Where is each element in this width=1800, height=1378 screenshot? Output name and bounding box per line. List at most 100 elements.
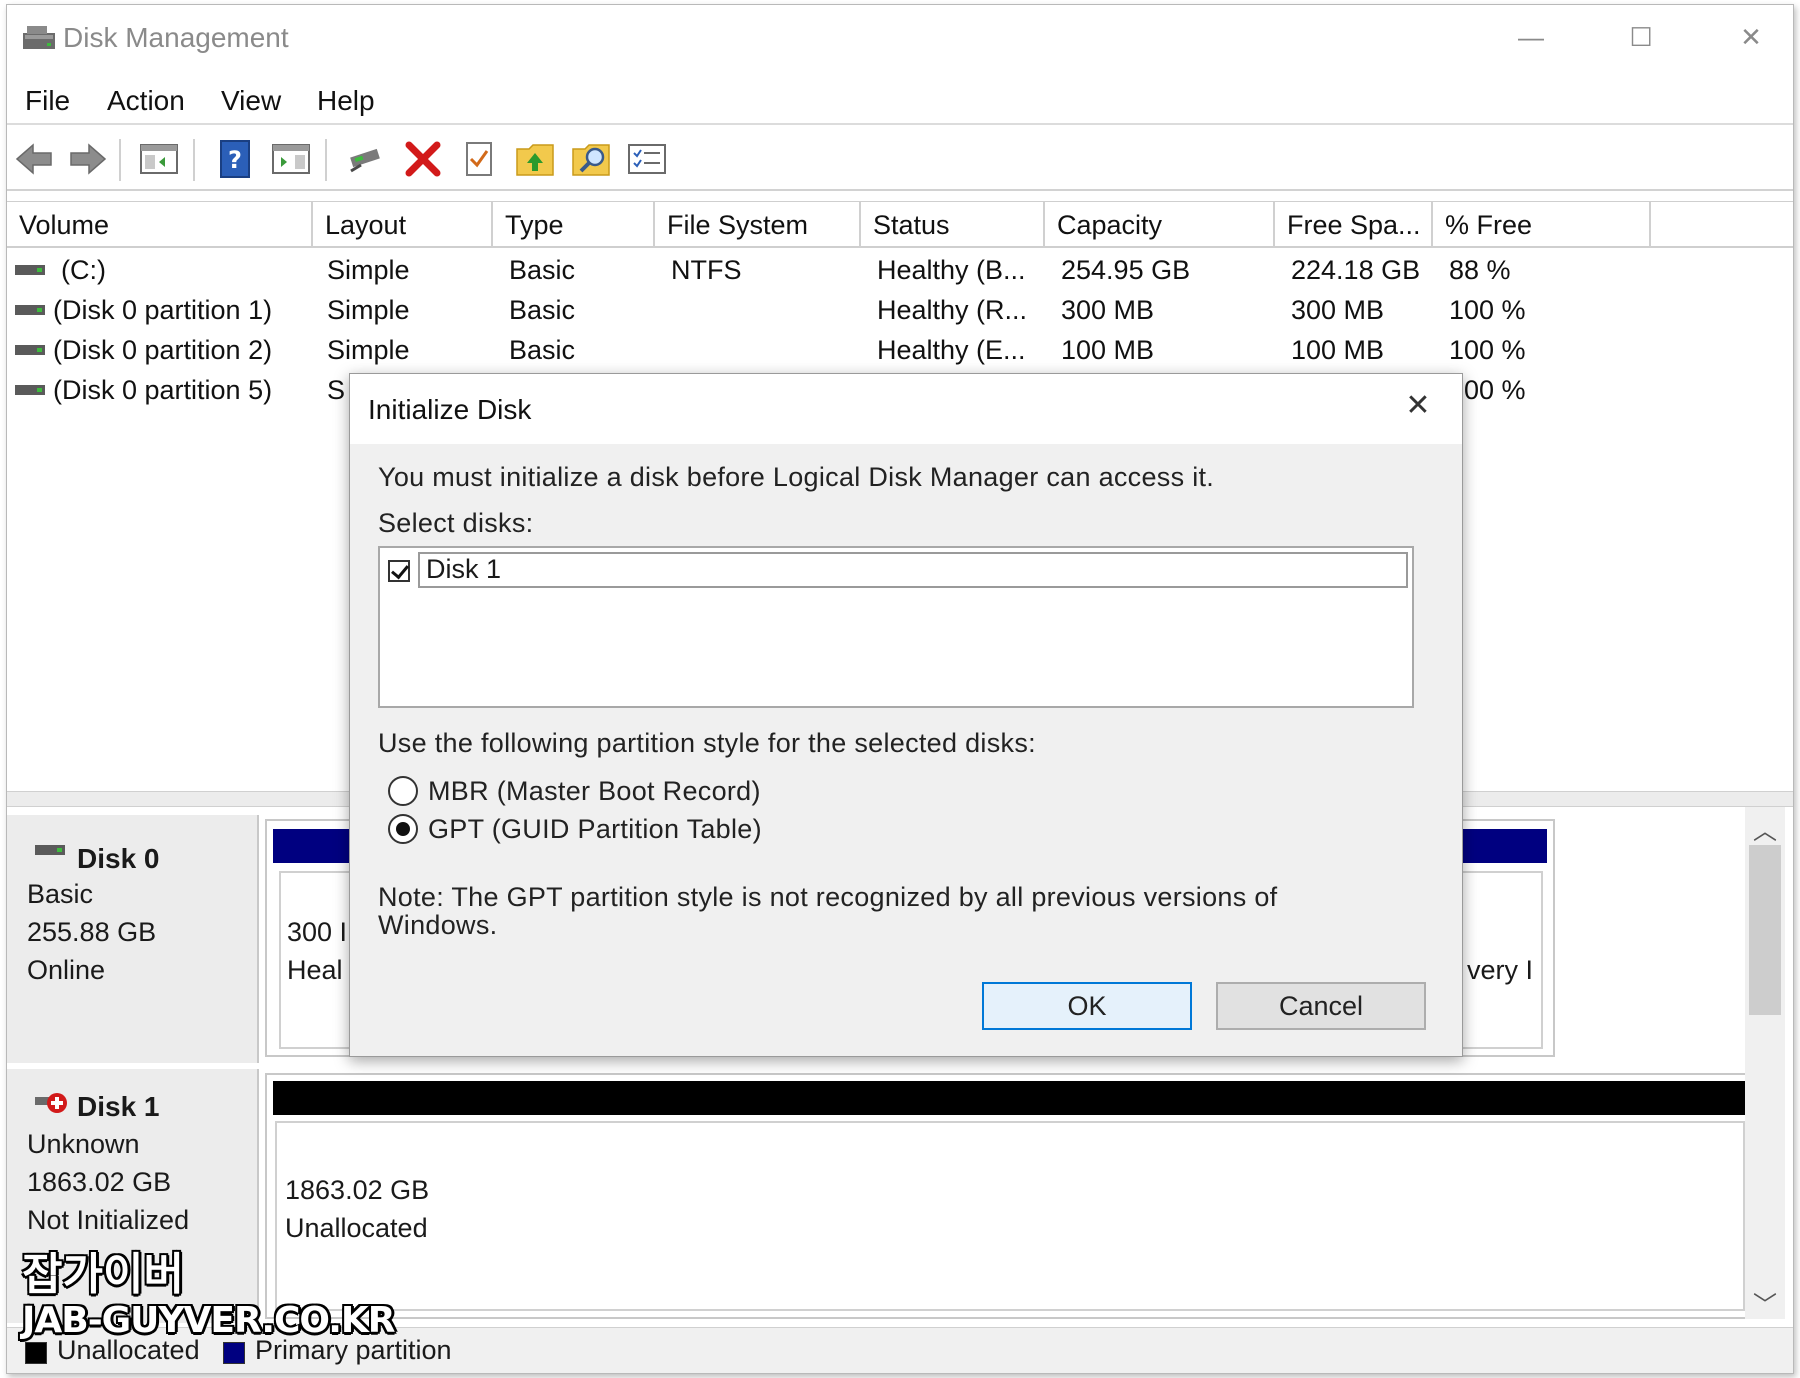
cell-percent-free: 88 % <box>1449 255 1511 285</box>
cell-percent-free: 100 % <box>1449 295 1526 325</box>
scroll-down-icon[interactable]: ﹀ <box>1745 1285 1785 1320</box>
table-row[interactable]: (C:) Simple Basic NTFS Healthy (B... 254… <box>7 250 1793 290</box>
forward-arrow-icon[interactable] <box>65 137 109 181</box>
volume-drive-icon <box>15 265 45 275</box>
watermark-site: JAB-GUYVER.CO.KR <box>22 1300 396 1341</box>
watermark-korean: 잡가이버 <box>22 1249 184 1300</box>
column-file-system[interactable]: File System <box>655 202 861 248</box>
disk-type: Unknown <box>27 1129 140 1159</box>
cell-volume: (Disk 0 partition 1) <box>53 295 273 325</box>
cell-type: Basic <box>509 255 576 285</box>
disk-map-scrollbar[interactable]: ︿ ﹀ <box>1745 807 1785 1319</box>
connect-disk-icon[interactable] <box>345 137 389 181</box>
cell-volume: (Disk 0 partition 5) <box>53 375 273 405</box>
column-volume[interactable]: Volume <box>7 202 313 248</box>
column-layout[interactable]: Layout <box>313 202 493 248</box>
dialog-title: Initialize Disk <box>368 394 532 425</box>
folder-up-icon[interactable] <box>513 137 557 181</box>
disk-status: Not Initialized <box>27 1205 190 1235</box>
minimize-button[interactable]: — <box>1501 17 1561 57</box>
window-title: Disk Management <box>63 22 289 53</box>
column-capacity[interactable]: Capacity <box>1045 202 1275 248</box>
table-row[interactable]: (Disk 0 partition 1) Simple Basic Health… <box>7 290 1793 330</box>
cancel-button[interactable]: Cancel <box>1216 982 1426 1030</box>
help-icon[interactable]: ? <box>213 137 257 181</box>
disk-size: 1863.02 GB <box>27 1167 172 1197</box>
cell-file-system: NTFS <box>671 255 742 285</box>
back-arrow-icon[interactable] <box>13 137 57 181</box>
action-pane-icon[interactable] <box>269 137 313 181</box>
disk-drive-icon <box>35 845 65 855</box>
cell-status: Healthy (B... <box>877 255 1026 285</box>
cell-layout: S <box>327 375 346 405</box>
list-item-focus <box>418 552 1408 588</box>
list-item[interactable]: Disk 1 <box>382 550 1410 590</box>
column-status[interactable]: Status <box>861 202 1045 248</box>
partition-size: 300 I <box>287 917 348 947</box>
cell-type: Basic <box>509 295 576 325</box>
menu-file[interactable]: File <box>25 85 70 117</box>
volume-drive-icon <box>15 385 45 395</box>
disk-0-label[interactable]: Disk 0 Basic 255.88 GB Online <box>7 815 259 1063</box>
unallocated-bar <box>273 1081 1747 1115</box>
table-row[interactable]: (Disk 0 partition 2) Simple Basic Health… <box>7 330 1793 370</box>
cell-status: Healthy (E... <box>877 335 1026 365</box>
cell-free-space: 224.18 GB <box>1291 255 1421 285</box>
gpt-radio-label[interactable]: GPT (GUID Partition Table) <box>428 814 762 845</box>
ok-button[interactable]: OK <box>982 982 1192 1030</box>
dialog-close-button[interactable]: ✕ <box>1398 388 1438 423</box>
disk-1-label-text: Disk 1 <box>426 554 502 584</box>
cell-volume: (C:) <box>61 255 106 285</box>
properties-check-icon[interactable] <box>457 137 501 181</box>
disk-type: Basic <box>27 879 94 909</box>
mbr-radio[interactable] <box>388 776 418 806</box>
maximize-button[interactable]: ☐ <box>1611 17 1671 57</box>
volume-drive-icon <box>15 305 45 315</box>
column-free-space[interactable]: Free Spa... <box>1275 202 1433 248</box>
disk-management-app-icon <box>23 26 55 49</box>
partition-style-prompt: Use the following partition style for th… <box>378 728 1036 758</box>
gpt-radio[interactable] <box>388 814 418 844</box>
disk-size: 255.88 GB <box>27 917 157 947</box>
unallocated-label: Unallocated <box>285 1213 428 1243</box>
menu-action[interactable]: Action <box>107 85 185 117</box>
scroll-up-icon[interactable]: ︿ <box>1745 811 1785 846</box>
unallocated-block[interactable]: 1863.02 GB Unallocated <box>275 1121 1745 1311</box>
disk-management-window: Disk Management — ☐ ✕ File Action View H… <box>6 4 1794 1374</box>
cell-capacity: 254.95 GB <box>1061 255 1191 285</box>
disk-name: Disk 1 <box>77 1091 160 1122</box>
dialog-title-bar: Initialize Disk ✕ <box>350 374 1462 444</box>
column-type[interactable]: Type <box>493 202 655 248</box>
column-percent-free[interactable]: % Free <box>1433 202 1651 248</box>
partition-status: Heal <box>287 955 343 985</box>
cell-free-space: 300 MB <box>1291 295 1385 325</box>
menu-bar: File Action View Help <box>7 79 1793 125</box>
close-button[interactable]: ✕ <box>1721 17 1781 57</box>
menu-help[interactable]: Help <box>317 85 375 117</box>
partition-status-right: very I <box>1467 955 1534 985</box>
gpt-note-line-1: Note: The GPT partition style is not rec… <box>378 882 1278 912</box>
disk-not-initialized-icon <box>35 1093 67 1113</box>
mbr-radio-label[interactable]: MBR (Master Boot Record) <box>428 776 761 807</box>
delete-icon[interactable] <box>401 137 445 181</box>
cell-free-space: 100 MB <box>1291 335 1385 365</box>
initialize-disk-dialog: Initialize Disk ✕ You must initialize a … <box>349 373 1463 1057</box>
menu-view[interactable]: View <box>221 85 281 117</box>
list-view-icon[interactable] <box>625 137 669 181</box>
dialog-intro-text: You must initialize a disk before Logica… <box>378 462 1215 492</box>
disk-1-checkbox[interactable] <box>388 560 410 582</box>
toolbar: ? <box>7 129 1793 191</box>
disk-status: Online <box>27 955 106 985</box>
cell-layout: Simple <box>327 255 410 285</box>
scroll-thumb[interactable] <box>1749 845 1781 1015</box>
title-bar: Disk Management — ☐ ✕ <box>7 5 1793 71</box>
volume-drive-icon <box>15 345 45 355</box>
cell-type: Basic <box>509 335 576 365</box>
cell-layout: Simple <box>327 335 410 365</box>
primary-partition-swatch <box>223 1342 245 1364</box>
search-folder-icon[interactable] <box>569 137 613 181</box>
select-disks-list[interactable]: Disk 1 <box>378 546 1414 708</box>
cell-capacity: 100 MB <box>1061 335 1155 365</box>
console-tree-icon[interactable] <box>137 137 181 181</box>
select-disks-label: Select disks: <box>378 508 534 538</box>
